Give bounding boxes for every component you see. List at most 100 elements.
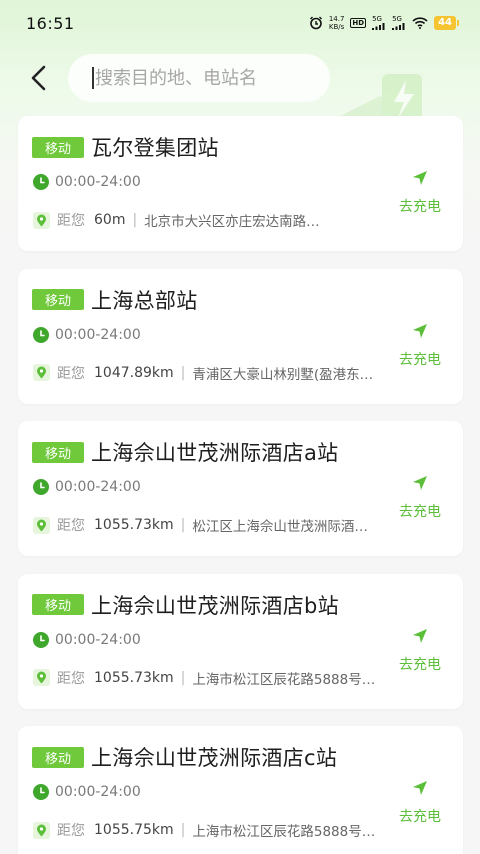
distance-value: 1055.75km: [94, 822, 174, 838]
operator-badge: 移动: [32, 594, 84, 615]
station-address: 上海市松江区辰花路5888号…: [192, 824, 376, 840]
station-card[interactable]: 移动 瓦尔登集团站 00:00-24:00 距您 60m | 北京市大兴区亦庄宏…: [18, 116, 463, 251]
distance-value: 1055.73km: [94, 669, 174, 686]
text-cursor: [92, 67, 94, 89]
card-title-row: 移动 上海佘山世茂洲际酒店c站: [32, 742, 337, 772]
distance-value: 1055.73km: [94, 517, 174, 533]
station-card[interactable]: 移动 上海佘山世茂洲际酒店c站 00:00-24:00 距您 1055.75km…: [18, 726, 463, 854]
signal-5g-2: 5G: [392, 16, 406, 30]
navigate-arrow-icon: [413, 476, 427, 490]
location-pin-icon: [33, 516, 50, 534]
hours-row: 00:00-24:00: [33, 326, 141, 343]
hours-row: 00:00-24:00: [33, 479, 141, 495]
hours-row: 00:00-24:00: [33, 784, 141, 800]
clock-icon: [33, 174, 49, 190]
station-address: 北京市大兴区亦庄宏达南路…: [144, 214, 320, 230]
station-name: 上海佘山世茂洲际酒店c站: [91, 746, 338, 770]
navigate-arrow-icon: [413, 781, 427, 795]
distance-row: 距您 1055.73km | 上海市松江区辰花路5888号…: [33, 668, 375, 688]
station-name: 上海总部站: [91, 288, 198, 313]
distance-label: 距您: [57, 213, 85, 229]
status-bar: 16:51 14.7 KB/s HD 5G 5G 44: [0, 0, 480, 46]
hd-badge: HD: [350, 18, 367, 28]
station-card[interactable]: 移动 上海佘山世茂洲际酒店a站 00:00-24:00 距您 1055.73km…: [18, 421, 463, 556]
card-title-row: 移动 上海总部站: [32, 285, 198, 315]
go-charge-button[interactable]: 去充电: [395, 170, 445, 216]
card-title-row: 移动 上海佘山世茂洲际酒店b站: [32, 590, 339, 620]
back-button[interactable]: [24, 58, 52, 98]
go-charge-label: 去充电: [399, 656, 441, 673]
go-charge-label: 去充电: [399, 809, 441, 825]
card-title-row: 移动 瓦尔登集团站: [32, 132, 219, 162]
status-icons: 14.7 KB/s HD 5G 5G 44: [309, 15, 459, 31]
opening-hours: 00:00-24:00: [55, 326, 141, 343]
signal-bars-icon: [372, 23, 385, 30]
navigate-arrow-icon: [413, 323, 427, 338]
alarm-icon: [309, 16, 323, 30]
opening-hours: 00:00-24:00: [55, 174, 141, 190]
distance-value: 1047.89km: [94, 364, 174, 381]
network-speed-value: 14.7: [328, 15, 345, 23]
operator-badge: 移动: [32, 441, 84, 463]
divider: |: [180, 669, 186, 686]
opening-hours: 00:00-24:00: [55, 479, 141, 495]
station-address: 松江区上海佘山世茂洲际酒…: [192, 519, 368, 535]
divider: |: [180, 822, 186, 838]
station-card[interactable]: 移动 上海总部站 00:00-24:00 距您 1047.89km | 青浦区大…: [18, 268, 463, 404]
operator-badge: 移动: [32, 289, 84, 310]
battery-indicator: 44: [434, 16, 459, 30]
distance-label: 距您: [57, 518, 85, 534]
signal-bars-icon: [392, 23, 405, 30]
operator-badge: 移动: [32, 136, 84, 158]
station-name: 上海佘山世茂洲际酒店a站: [91, 441, 339, 465]
navigate-arrow-icon: [413, 171, 427, 185]
clock-icon: [33, 326, 49, 343]
opening-hours: 00:00-24:00: [55, 631, 141, 648]
distance-value: 60m: [94, 212, 126, 228]
go-charge-label: 去充电: [399, 351, 441, 368]
station-name: 上海佘山世茂洲际酒店b站: [91, 593, 339, 618]
station-address: 上海市松江区辰花路5888号…: [192, 671, 376, 688]
search-input[interactable]: [95, 67, 305, 89]
status-time: 16:51: [26, 13, 75, 33]
divider: |: [180, 364, 186, 381]
station-card[interactable]: 移动 上海佘山世茂洲际酒店b站 00:00-24:00 距您 1055.73km…: [18, 573, 463, 709]
station-name: 瓦尔登集团站: [91, 136, 219, 160]
go-charge-button[interactable]: 去充电: [395, 323, 445, 369]
distance-label: 距您: [57, 823, 85, 839]
divider: |: [132, 212, 138, 228]
search-box[interactable]: [68, 54, 330, 102]
go-charge-label: 去充电: [399, 199, 441, 215]
hours-row: 00:00-24:00: [33, 174, 141, 190]
clock-icon: [33, 479, 49, 495]
clock-icon: [33, 631, 49, 648]
card-title-row: 移动 上海佘山世茂洲际酒店a站: [32, 437, 338, 467]
network-speed-unit: KB/s: [328, 23, 345, 31]
clock-icon: [33, 784, 49, 800]
distance-label: 距您: [57, 365, 85, 382]
chevron-left-icon: [31, 65, 46, 91]
network-speed: 14.7 KB/s: [329, 15, 345, 31]
go-charge-button[interactable]: 去充电: [395, 628, 445, 674]
hours-row: 00:00-24:00: [33, 631, 141, 648]
go-charge-label: 去充电: [399, 504, 441, 520]
location-pin-icon: [33, 211, 50, 229]
wifi-icon: [412, 17, 428, 29]
go-charge-button[interactable]: 去充电: [395, 780, 445, 826]
station-list: 移动 瓦尔登集团站 00:00-24:00 距您 60m | 北京市大兴区亦庄宏…: [18, 116, 463, 854]
station-address: 青浦区大豪山林别墅(盈港东…: [192, 366, 374, 383]
location-pin-icon: [33, 669, 50, 686]
navigate-arrow-icon: [413, 628, 427, 643]
distance-row: 距您 60m | 北京市大兴区亦庄宏达南路…: [33, 210, 320, 230]
location-pin-icon: [33, 821, 50, 839]
signal-5g-1: 5G: [372, 16, 386, 30]
distance-row: 距您 1047.89km | 青浦区大豪山林别墅(盈港东…: [33, 363, 373, 383]
signal-5g-label: 5G: [372, 15, 382, 23]
operator-badge: 移动: [32, 746, 84, 768]
go-charge-button[interactable]: 去充电: [395, 475, 445, 521]
divider: |: [180, 517, 186, 533]
distance-row: 距您 1055.75km | 上海市松江区辰花路5888号…: [33, 820, 375, 840]
distance-row: 距您 1055.73km | 松江区上海佘山世茂洲际酒…: [33, 515, 368, 535]
opening-hours: 00:00-24:00: [55, 784, 141, 800]
location-pin-icon: [33, 364, 50, 381]
